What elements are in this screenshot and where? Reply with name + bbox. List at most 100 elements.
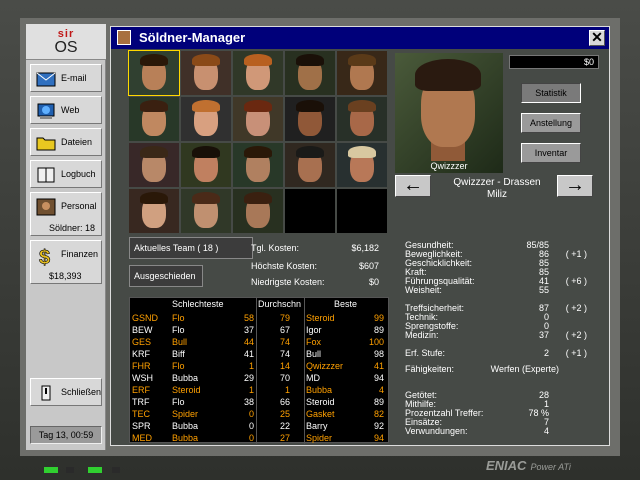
merc-portrait[interactable] bbox=[181, 51, 231, 95]
best-value: 92 bbox=[373, 421, 384, 431]
shutdown-button[interactable]: Schließen bbox=[30, 378, 102, 406]
web-label: Web bbox=[61, 105, 80, 115]
best-name: MD bbox=[306, 373, 320, 383]
best-name: Steroid bbox=[306, 313, 335, 323]
stats-row: WSH Bubba 29 70 MD 94 bbox=[130, 372, 388, 384]
merc-portrait[interactable] bbox=[128, 50, 180, 96]
attribute-bonus: ( +1 ) bbox=[565, 249, 587, 259]
worst-value: 0 bbox=[248, 409, 254, 419]
stats-row: GSND Flo 58 79 Steroid 99 bbox=[130, 312, 388, 324]
dollar-icon: $ bbox=[36, 246, 56, 270]
web-button[interactable]: Web bbox=[30, 96, 102, 124]
worst-name: Flo bbox=[172, 397, 185, 407]
close-button[interactable]: ✕ bbox=[589, 30, 605, 46]
window-title: Söldner-Manager bbox=[139, 30, 246, 45]
merc-name: Qwizzzer - Drassen Miliz bbox=[433, 177, 561, 201]
brand-model: Power ATi bbox=[530, 462, 571, 472]
merc-portrait[interactable] bbox=[129, 143, 179, 187]
stat-code: TEC bbox=[132, 409, 150, 419]
merc-portrait[interactable] bbox=[181, 143, 231, 187]
merc-portrait[interactable] bbox=[285, 143, 335, 187]
best-name: Steroid bbox=[306, 397, 335, 407]
mercs-count: Söldner: 18 bbox=[49, 223, 96, 233]
attribute-bonus: ( +2 ) bbox=[565, 303, 587, 313]
attribute-row: Verwundungen: 4 bbox=[405, 427, 599, 436]
merc-portrait[interactable] bbox=[285, 51, 335, 95]
files-label: Dateien bbox=[61, 137, 93, 147]
attribute-row: Erf. Stufe: 2 ( +1 ) bbox=[405, 349, 599, 358]
merc-portrait[interactable] bbox=[233, 189, 283, 233]
finances-button[interactable]: $ Finanzen $18,393 bbox=[30, 240, 102, 284]
attribute-row: Fähigkeiten: Werfen (Experte) bbox=[405, 365, 599, 374]
average-value: 74 bbox=[279, 349, 290, 359]
header-best: Beste bbox=[334, 299, 358, 309]
logbook-button[interactable]: Logbuch bbox=[30, 160, 102, 188]
attribute-label: Medizin: bbox=[405, 330, 439, 340]
team-info: Aktuelles Team ( 18 ) Ausgeschieden Tgl.… bbox=[129, 235, 387, 295]
average-value: 22 bbox=[279, 421, 290, 431]
average-value: 14 bbox=[279, 361, 290, 371]
merc-portrait[interactable] bbox=[337, 143, 387, 187]
merc-portrait[interactable] bbox=[285, 97, 335, 141]
attribute-bonus: ( +2 ) bbox=[565, 330, 587, 340]
attribute-label: Weisheit: bbox=[405, 285, 442, 295]
prev-merc-button[interactable]: ← bbox=[395, 175, 431, 197]
svg-text:$: $ bbox=[39, 247, 50, 266]
best-value: 99 bbox=[373, 313, 384, 323]
attribute-value: 55 bbox=[538, 285, 549, 295]
worst-name: Spider bbox=[172, 409, 199, 419]
stats-row: KRF Biff 41 74 Bull 98 bbox=[130, 348, 388, 360]
attribute-bonus: ( +1 ) bbox=[565, 348, 587, 358]
average-value: 27 bbox=[279, 433, 290, 443]
next-merc-button[interactable]: → bbox=[557, 175, 593, 197]
stat-code: GSND bbox=[132, 313, 159, 323]
merc-portrait[interactable] bbox=[233, 143, 283, 187]
brand-logo: ENIAC Power ATi bbox=[486, 458, 571, 473]
worst-value: 1 bbox=[248, 361, 254, 371]
merc-name-line1: Qwizzzer - Drassen bbox=[453, 177, 541, 188]
worst-value: 0 bbox=[248, 433, 254, 443]
employment-button[interactable]: Anstellung bbox=[521, 113, 581, 133]
stats-row: FHR Flo 1 14 Qwizzzer 41 bbox=[130, 360, 388, 372]
best-value: 89 bbox=[373, 325, 384, 335]
current-team-button[interactable]: Aktuelles Team ( 18 ) bbox=[129, 237, 253, 259]
average-value: 70 bbox=[279, 373, 290, 383]
min-cost-label: Niedrigste Kosten: bbox=[251, 277, 325, 287]
merc-portrait[interactable] bbox=[337, 51, 387, 95]
merc-portrait[interactable] bbox=[129, 189, 179, 233]
power-led bbox=[44, 467, 58, 473]
best-value: 4 bbox=[378, 385, 384, 395]
attribute-row: Weisheit: 55 bbox=[405, 286, 599, 295]
files-button[interactable]: Dateien bbox=[30, 128, 102, 156]
merc-portrait[interactable] bbox=[129, 97, 179, 141]
disk-icon bbox=[112, 467, 120, 473]
departed-button[interactable]: Ausgeschieden bbox=[129, 265, 203, 287]
merc-portrait[interactable] bbox=[181, 97, 231, 141]
min-cost-value: $0 bbox=[368, 277, 379, 287]
window-icon bbox=[117, 30, 131, 45]
merc-portrait[interactable] bbox=[233, 51, 283, 95]
web-icon bbox=[36, 102, 56, 120]
portrait-name: Qwizzzer bbox=[430, 161, 468, 171]
merc-portrait[interactable] bbox=[337, 97, 387, 141]
worst-name: Flo bbox=[172, 361, 185, 371]
inventory-button[interactable]: Inventar bbox=[521, 143, 581, 163]
portrait-grid bbox=[128, 50, 389, 233]
average-value: 74 bbox=[279, 337, 290, 347]
merc-manager-window: Söldner-Manager ✕ Aktuelles Team ( 18 ) … bbox=[110, 26, 610, 446]
stats-table: Schlechteste Durchschn Beste GSND Flo 58 79… bbox=[129, 297, 389, 444]
stats-button[interactable]: Statistik bbox=[521, 83, 581, 103]
worst-value: 58 bbox=[243, 313, 254, 323]
worst-name: Biff bbox=[172, 349, 185, 359]
worst-value: 41 bbox=[243, 349, 254, 359]
personnel-label: Personal bbox=[61, 201, 97, 211]
merc-portrait[interactable] bbox=[181, 189, 231, 233]
email-button[interactable]: E-mail bbox=[30, 64, 102, 92]
attribute-row: Geschicklichkeit: 85 bbox=[405, 259, 599, 268]
portrait-icon bbox=[36, 198, 56, 216]
average-value: 1 bbox=[284, 385, 290, 395]
merc-portrait[interactable] bbox=[233, 97, 283, 141]
worst-value: 38 bbox=[243, 397, 254, 407]
personnel-button[interactable]: Personal Söldner: 18 bbox=[30, 192, 102, 236]
worst-value: 1 bbox=[248, 385, 254, 395]
